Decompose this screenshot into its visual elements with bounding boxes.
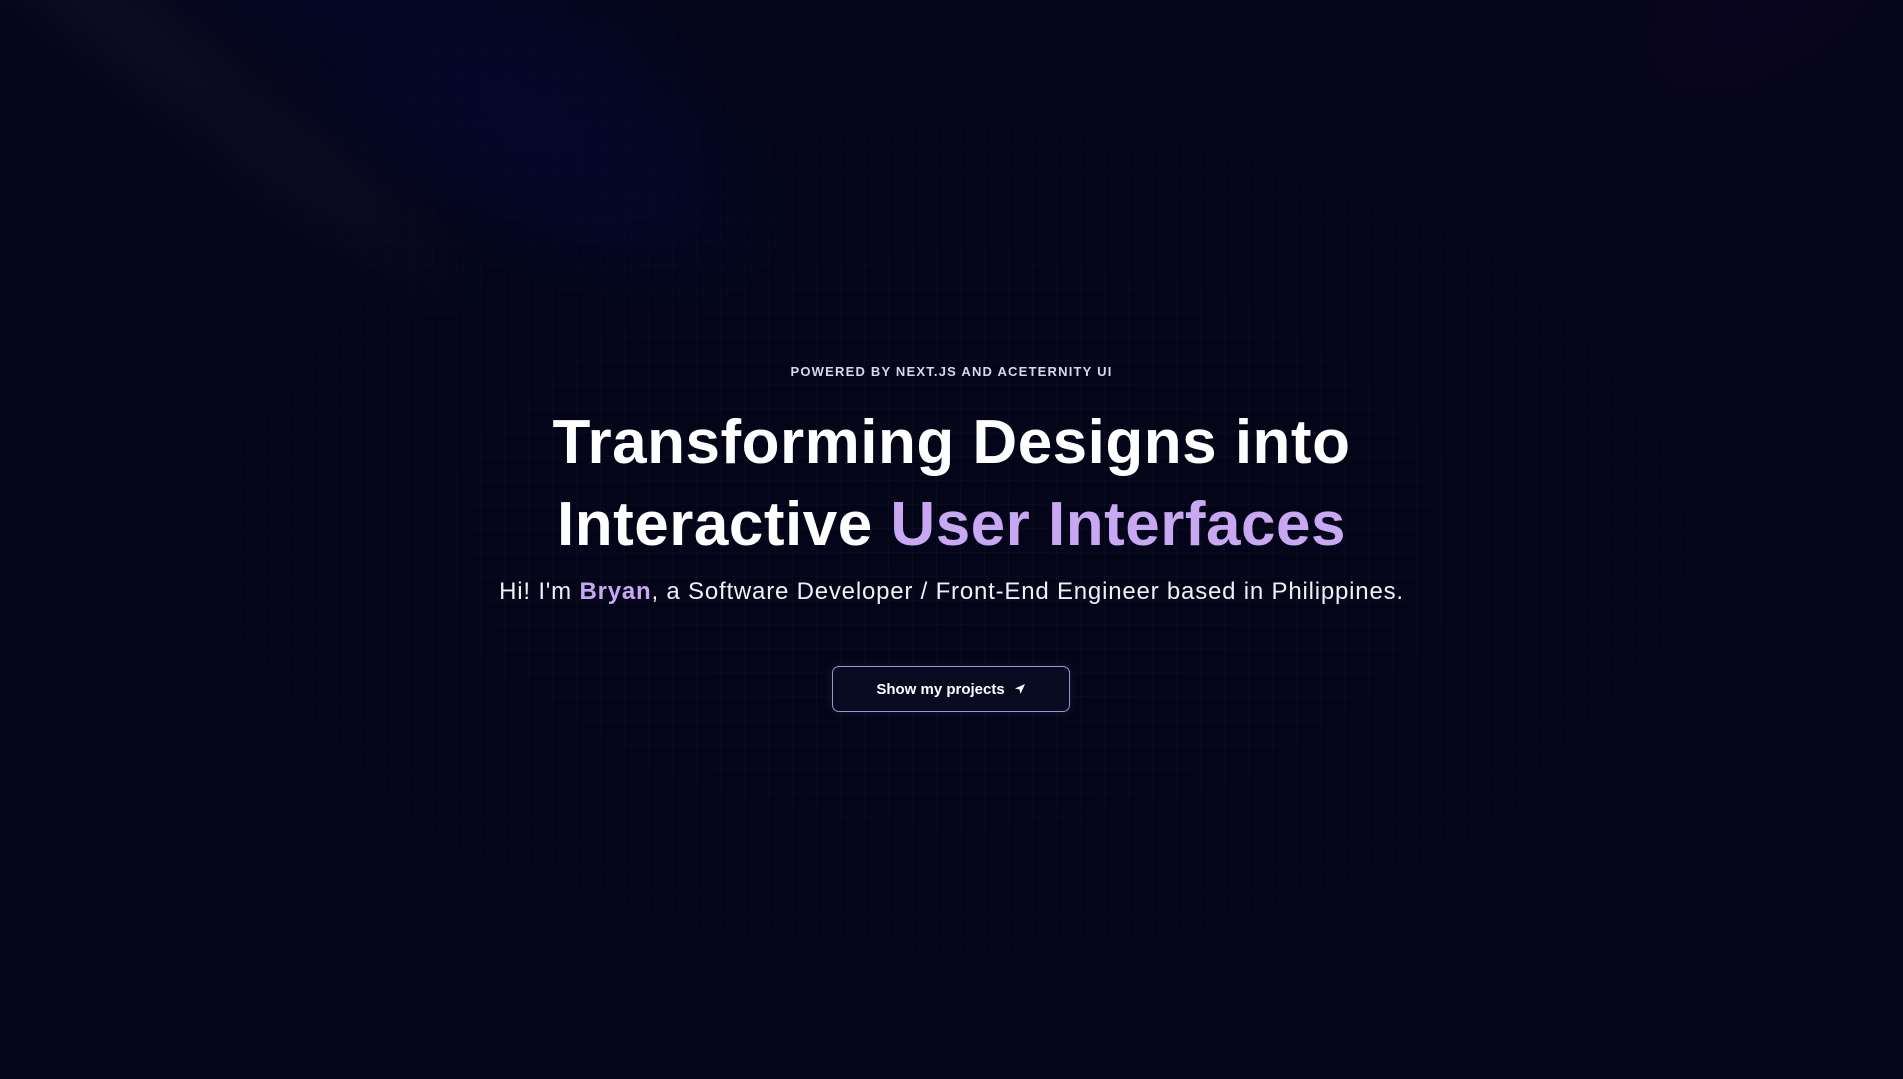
headline-line-2-plain: Interactive xyxy=(557,490,891,559)
intro-suffix: , a Software Developer / Front-End Engin… xyxy=(651,578,1404,605)
hero-headline: Transforming Designs into Interactive Us… xyxy=(0,402,1903,566)
hero-content: POWERED BY NEXT.JS AND ACETERNITY UI Tra… xyxy=(0,0,1903,1079)
intro-name: Bryan xyxy=(579,578,652,605)
show-projects-label: Show my projects xyxy=(876,680,1005,698)
powered-by-label: POWERED BY NEXT.JS AND ACETERNITY UI xyxy=(790,364,1113,379)
intro-text: Hi! I'm Bryan, a Software Developer / Fr… xyxy=(0,578,1903,606)
intro-prefix: Hi! I'm xyxy=(499,578,580,605)
show-projects-button[interactable]: Show my projects xyxy=(832,666,1070,712)
hero-section: POWERED BY NEXT.JS AND ACETERNITY UI Tra… xyxy=(0,0,1903,1079)
headline-line-2-accent: User Interfaces xyxy=(890,490,1346,559)
headline-line-1: Transforming Designs into xyxy=(552,408,1351,477)
send-icon xyxy=(1014,683,1026,695)
